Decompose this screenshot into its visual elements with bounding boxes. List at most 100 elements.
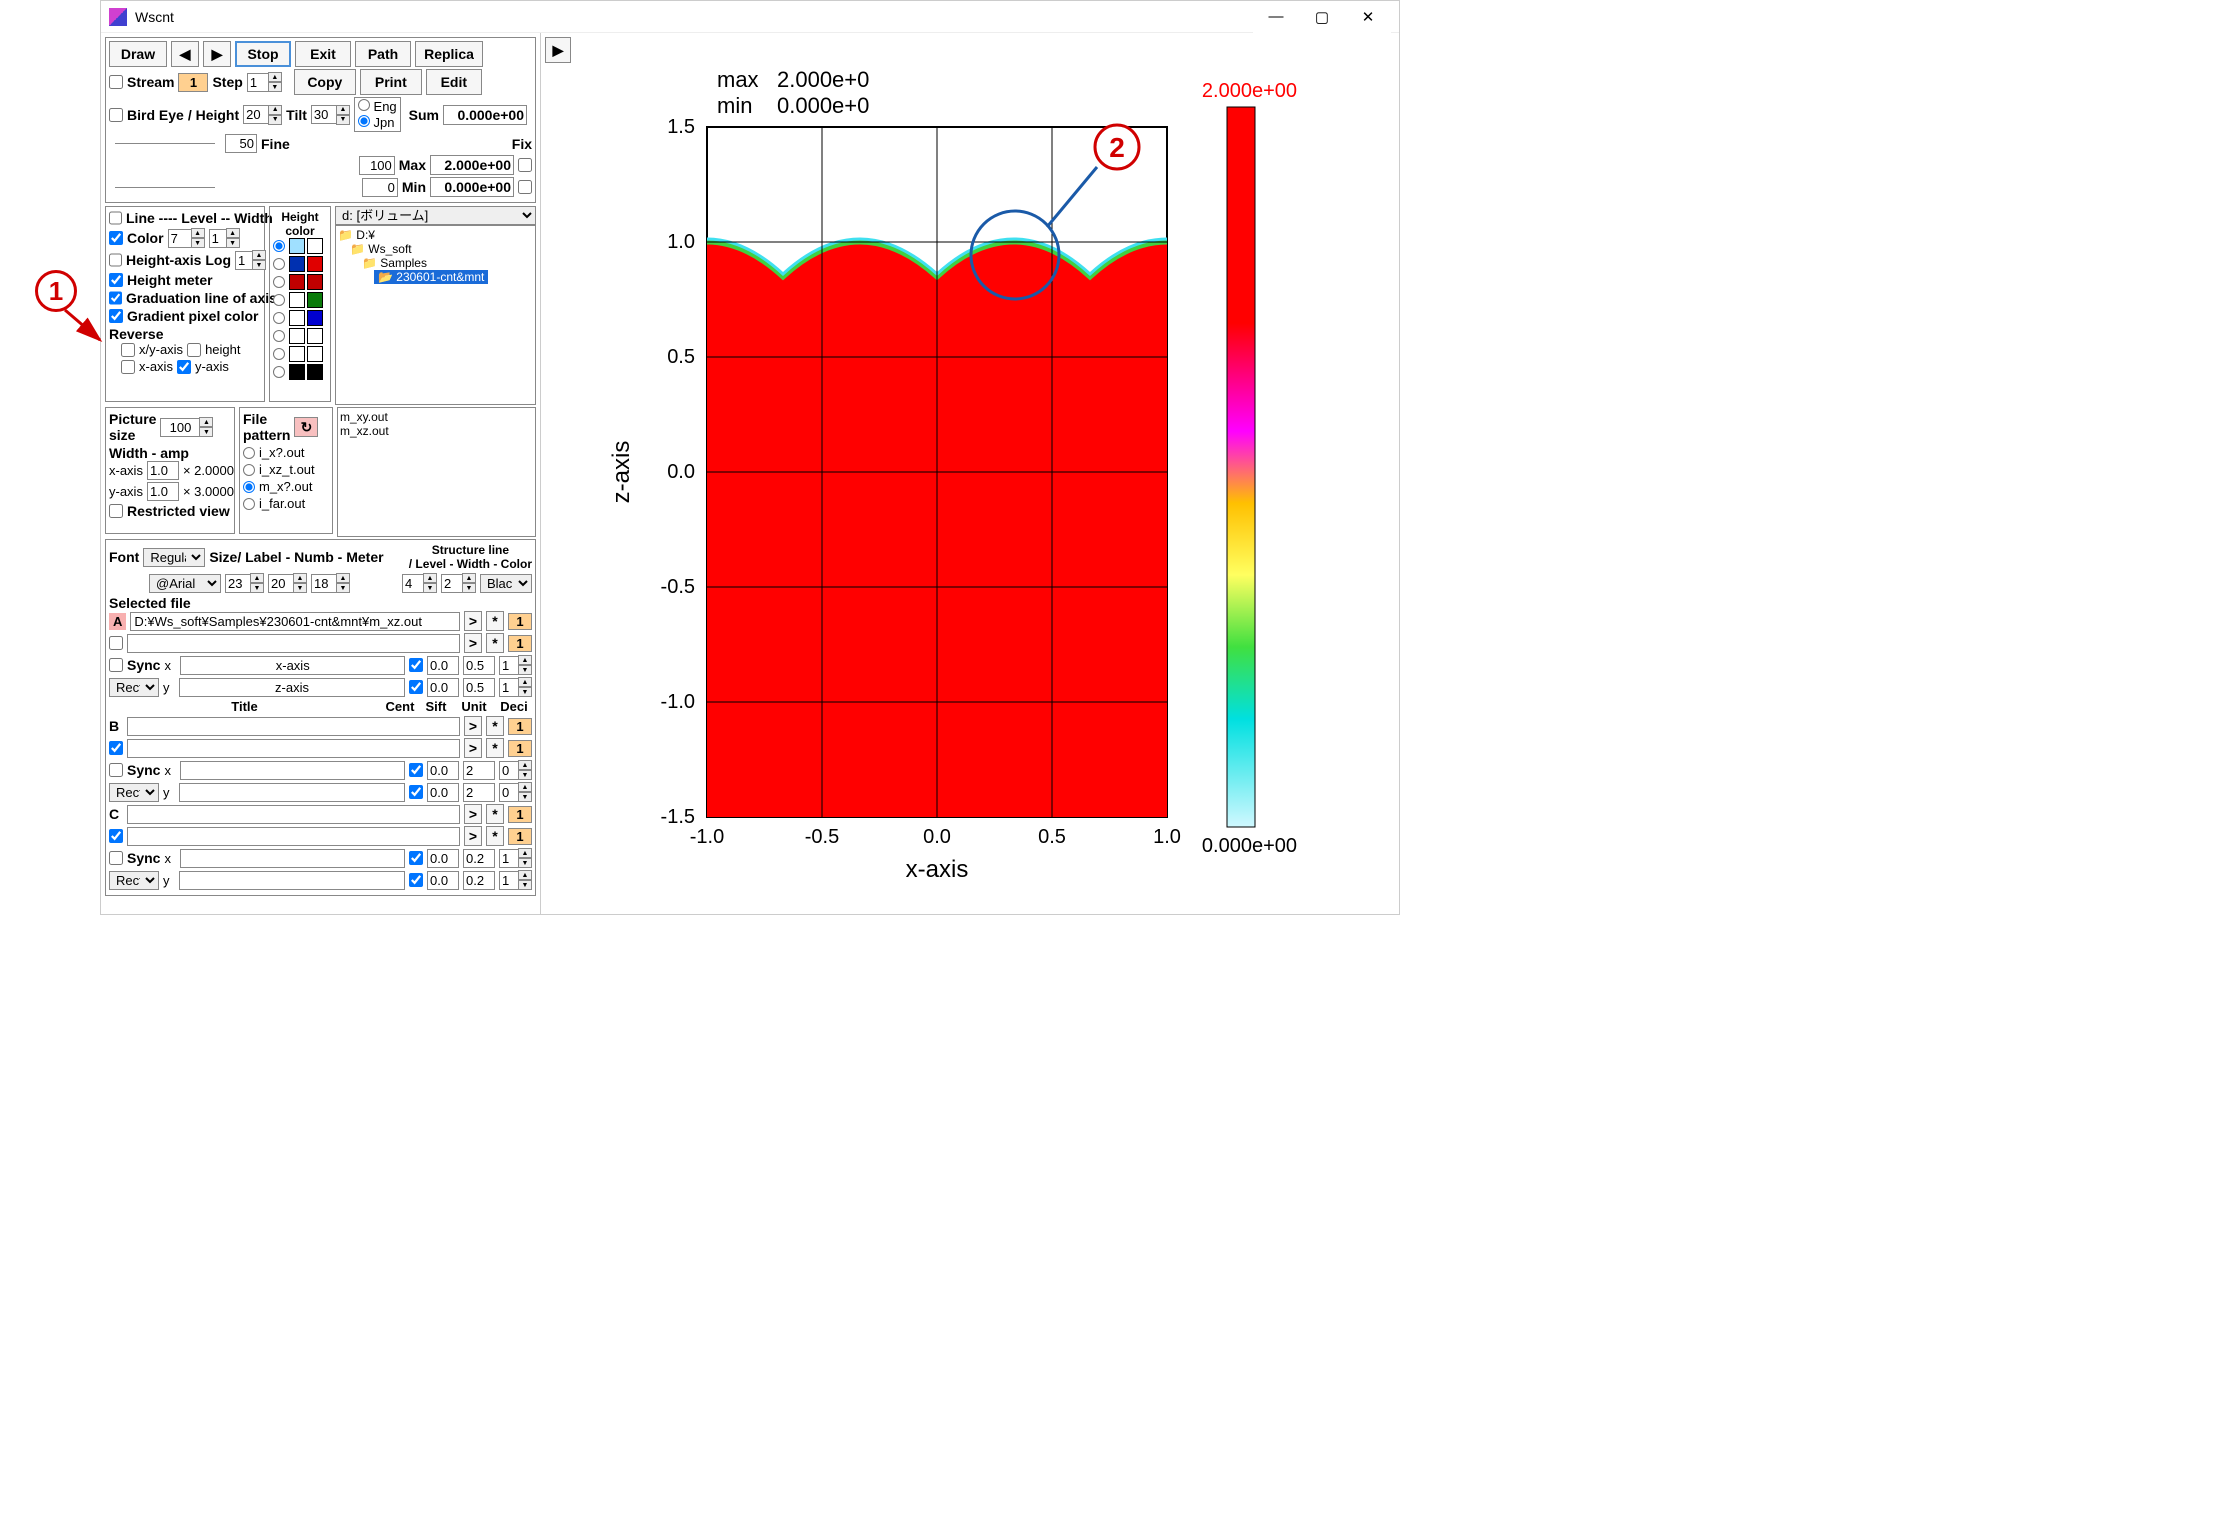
slot-C2-checkbox[interactable] [109, 829, 123, 843]
rect-C-select[interactable]: Rect [109, 871, 159, 890]
file-list[interactable]: m_xy.out m_xz.out [337, 407, 536, 537]
slot-A2-checkbox[interactable] [109, 636, 123, 650]
path-C[interactable] [127, 805, 460, 824]
sync-B-checkbox[interactable] [109, 763, 123, 777]
fp-radio-4[interactable] [243, 498, 255, 510]
gt-button-C2[interactable]: > [464, 826, 482, 846]
y-deci-C[interactable] [499, 871, 519, 890]
height-value[interactable] [243, 105, 269, 124]
star-button-A[interactable]: * [486, 611, 504, 631]
sum-value[interactable] [443, 105, 527, 125]
y-unit-A[interactable] [463, 678, 495, 697]
y-label-B[interactable] [179, 783, 405, 802]
selected-path-A[interactable] [130, 612, 460, 631]
folder-tree[interactable]: 📁 D:¥ 📁 Ws_soft 📁 Samples 📂 230601-cnt&m… [335, 225, 536, 405]
font-s3[interactable] [311, 574, 337, 593]
swatch-white2[interactable] [289, 292, 305, 308]
swatch-blue[interactable] [289, 256, 305, 272]
hc-radio-6[interactable] [273, 330, 285, 342]
min-value[interactable] [430, 177, 514, 197]
max-value[interactable] [430, 155, 514, 175]
line-checkbox[interactable] [109, 211, 122, 225]
close-button[interactable]: ✕ [1345, 1, 1391, 33]
x-deci-A[interactable] [499, 656, 519, 675]
height-log-checkbox[interactable] [109, 253, 122, 267]
x-unit-A[interactable] [463, 656, 495, 675]
star-button-B[interactable]: * [486, 716, 504, 736]
swatch-black[interactable] [289, 364, 305, 380]
height-meter-checkbox[interactable] [109, 273, 123, 287]
struct-color-select[interactable]: Black [480, 574, 532, 593]
copy-button[interactable]: Copy [294, 69, 356, 95]
hc-radio-5[interactable] [273, 312, 285, 324]
draw-button[interactable]: Draw [109, 41, 167, 67]
font-family-select[interactable]: @Arial [149, 574, 221, 593]
x-axis-rev-checkbox[interactable] [121, 360, 135, 374]
x-cent-B[interactable] [409, 763, 423, 777]
step-value[interactable] [247, 73, 269, 92]
x-unit-B[interactable] [463, 761, 495, 780]
struct-width[interactable] [441, 574, 463, 593]
file-item-1[interactable]: m_xy.out [340, 410, 533, 424]
stop-button[interactable]: Stop [235, 41, 291, 67]
font-style-select[interactable]: Regular [143, 548, 205, 567]
pic-x-value[interactable] [147, 461, 179, 480]
swatch-red[interactable] [307, 256, 323, 272]
x-unit-C[interactable] [463, 849, 495, 868]
path-B2[interactable] [127, 739, 460, 758]
path-C2[interactable] [127, 827, 460, 846]
swatch-white5[interactable] [307, 328, 323, 344]
path-B[interactable] [127, 717, 460, 736]
hc-radio-7[interactable] [273, 348, 285, 360]
y-unit-C[interactable] [463, 871, 495, 890]
font-s1[interactable] [225, 574, 251, 593]
y-cent-B[interactable] [409, 785, 423, 799]
pic-y-value[interactable] [147, 482, 179, 501]
gt-button-C[interactable]: > [464, 804, 482, 824]
jpn-radio[interactable] [358, 115, 370, 127]
color-value2[interactable] [209, 229, 227, 248]
gt-button-B2[interactable]: > [464, 738, 482, 758]
struct-level[interactable] [402, 574, 424, 593]
restricted-checkbox[interactable] [109, 504, 123, 518]
prev-button[interactable]: ◀ [171, 41, 199, 67]
tilt-value[interactable] [311, 105, 337, 124]
x-deci-B[interactable] [499, 761, 519, 780]
x-sift-C[interactable] [427, 849, 459, 868]
hc-radio-1[interactable] [273, 240, 285, 252]
y-cent-A[interactable] [409, 680, 423, 694]
sync-A-checkbox[interactable] [109, 658, 123, 672]
swatch-black2[interactable] [307, 364, 323, 380]
slider-1[interactable] [115, 143, 215, 144]
print-button[interactable]: Print [360, 69, 422, 95]
y-unit-B[interactable] [463, 783, 495, 802]
font-s2[interactable] [268, 574, 294, 593]
y-sift-C[interactable] [427, 871, 459, 890]
y-label-C[interactable] [179, 871, 405, 890]
y-sift-A[interactable] [427, 678, 459, 697]
x-sift-A[interactable] [427, 656, 459, 675]
slider-2[interactable] [115, 187, 215, 188]
hc-radio-4[interactable] [273, 294, 285, 306]
y-label-A[interactable] [179, 678, 405, 697]
x-deci-C[interactable] [499, 849, 519, 868]
star-button-C2[interactable]: * [486, 826, 504, 846]
gt-button-A2[interactable]: > [464, 633, 482, 653]
sync-C-checkbox[interactable] [109, 851, 123, 865]
fp-radio-1[interactable] [243, 447, 255, 459]
swatch-green[interactable] [307, 292, 323, 308]
swatch-white[interactable] [307, 238, 323, 254]
color-value[interactable] [168, 229, 192, 248]
gt-button-A[interactable]: > [464, 611, 482, 631]
y-sift-B[interactable] [427, 783, 459, 802]
refresh-button[interactable]: ↻ [294, 417, 318, 437]
hundred-input[interactable] [359, 156, 395, 175]
xy-axis-checkbox[interactable] [121, 343, 135, 357]
swatch-white4[interactable] [289, 328, 305, 344]
picsize-value[interactable] [160, 418, 200, 437]
next-button[interactable]: ▶ [203, 41, 231, 67]
eng-radio[interactable] [358, 99, 370, 111]
zero-input[interactable] [362, 178, 398, 197]
swatch-blue2[interactable] [307, 310, 323, 326]
x-cent-C[interactable] [409, 851, 423, 865]
